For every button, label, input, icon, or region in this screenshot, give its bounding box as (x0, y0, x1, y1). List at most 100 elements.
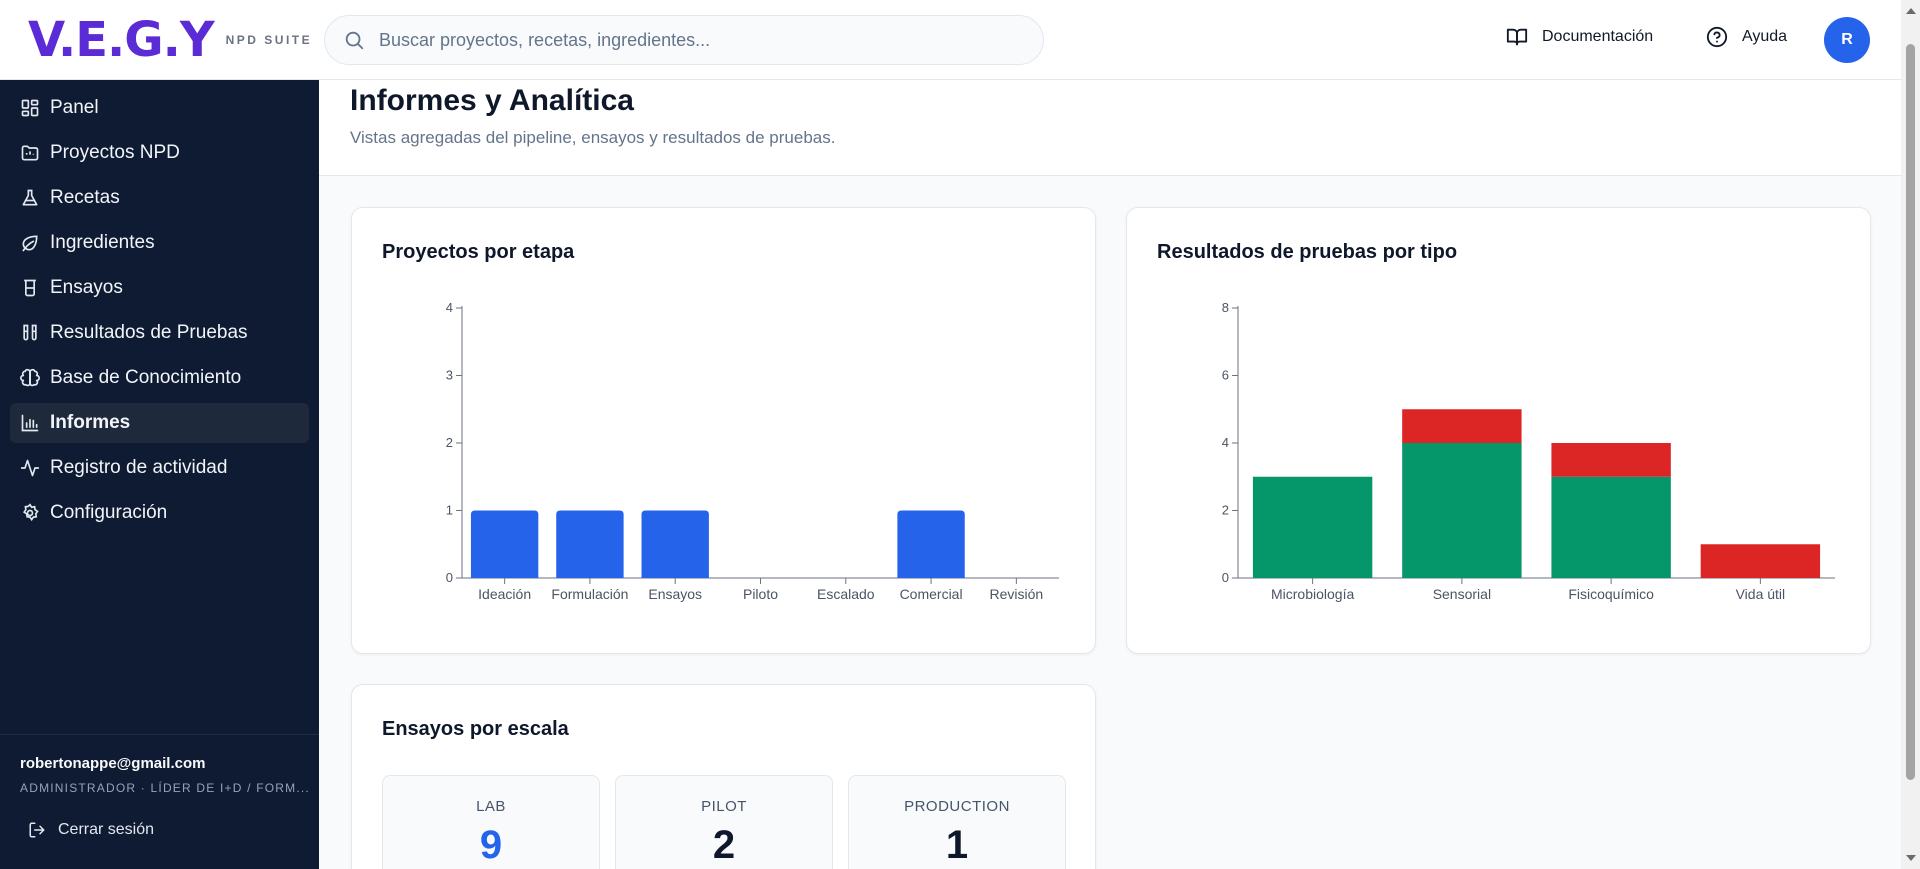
beaker-icon (24, 279, 36, 297)
flask-icon (22, 189, 38, 206)
search-bar[interactable] (324, 15, 1044, 65)
y-tick-label: 4 (446, 300, 453, 315)
sidebar-item-label: Configuración (50, 502, 168, 523)
scale-pilot: PILOT 2 (615, 775, 833, 869)
user-role: ADMINISTRADOR · LÍDER DE I+D / FORM... (20, 781, 310, 795)
bar (470, 510, 539, 578)
sidebar-item-label: Proyectos NPD (50, 142, 180, 163)
trials-by-scale-card: Ensayos por escala LAB 9 PILOT 2 PRODUCT… (351, 684, 1096, 869)
y-tick-label: 3 (446, 368, 453, 383)
projects-by-stage-card: Proyectos por etapa 0 1 2 3 4 Ideación Formula… (351, 207, 1096, 654)
test-results-by-type-chart: 0 2 4 6 8 Microbiología Sensorial Fisicoquímico… (1222, 300, 1835, 602)
sidebar-item-label: Registro de actividad (50, 457, 228, 478)
help-link[interactable]: Ayuda (1706, 26, 1787, 48)
search-input[interactable] (379, 29, 1019, 51)
leaf-icon (22, 235, 38, 252)
logo-wordmark: V.E.G.Y (28, 12, 215, 68)
scale-value: 9 (479, 823, 503, 867)
bar-segment (1252, 476, 1373, 578)
sidebar-item-npd-projects[interactable]: Proyectos NPD (10, 133, 309, 173)
scroll-up-arrow[interactable] (1906, 8, 1916, 14)
app-logo[interactable]: V.E.G.Y NPD SUITE (28, 14, 312, 66)
logout-icon (29, 822, 45, 838)
sidebar: Panel Proyectos NPD Recetas Ingredientes… (0, 80, 319, 869)
sidebar-item-label: Base de Conocimiento (50, 367, 242, 388)
scale-label: LAB (476, 798, 506, 815)
book-icon (1506, 28, 1528, 46)
sidebar-item-reports[interactable]: Informes (10, 403, 309, 443)
logo-subtitle: NPD SUITE (225, 33, 313, 47)
card-title: Ensayos por escala (382, 718, 569, 740)
main-content: Informes y Analítica Vistas agregadas de… (319, 80, 1901, 869)
scale-lab: LAB 9 (382, 775, 600, 869)
sidebar-item-ingredients[interactable]: Ingredientes (10, 223, 309, 263)
brain-icon (20, 368, 40, 387)
search-icon (345, 31, 364, 50)
x-tick-label: Sensorial (1433, 586, 1491, 602)
scale-value: 2 (712, 823, 736, 867)
page-header: Informes y Analítica Vistas agregadas de… (319, 80, 1901, 176)
sidebar-item-label: Resultados de Pruebas (50, 322, 248, 343)
help-label: Ayuda (1742, 28, 1788, 45)
y-tick-label: 2 (1222, 503, 1229, 518)
activity-icon (20, 459, 40, 477)
y-tick-label: 2 (446, 435, 453, 450)
documentation-link[interactable]: Documentación (1506, 26, 1653, 48)
x-tick-label: Vida útil (1736, 586, 1786, 602)
sidebar-item-settings[interactable]: Configuración (10, 493, 309, 533)
bar-chart-icon (21, 414, 39, 432)
logout-button[interactable]: Cerrar sesión (28, 821, 154, 839)
y-tick-label: 1 (446, 503, 453, 518)
top-header: V.E.G.Y NPD SUITE Documentación Ayuda R (0, 0, 1901, 80)
logout-label: Cerrar sesión (58, 821, 155, 838)
sidebar-item-recipes[interactable]: Recetas (10, 178, 309, 218)
x-tick-label: Comercial (900, 586, 963, 602)
sidebar-item-activity-log[interactable]: Registro de actividad (10, 448, 309, 488)
y-tick-label: 0 (1222, 570, 1229, 585)
test-results-by-type-card: Resultados de pruebas por tipo 0 2 4 6 8 Micr… (1126, 207, 1871, 654)
sidebar-item-label: Recetas (50, 187, 120, 208)
user-avatar[interactable]: R (1824, 17, 1870, 63)
sidebar-item-label: Ensayos (50, 277, 123, 298)
folder-icon (21, 145, 39, 161)
scale-value: 1 (945, 823, 969, 867)
sidebar-item-trials[interactable]: Ensayos (10, 268, 309, 308)
bar-segment (1551, 443, 1671, 477)
x-tick-label: Microbiología (1271, 586, 1354, 602)
x-tick-label: Revisión (990, 586, 1044, 602)
scroll-thumb[interactable] (1906, 44, 1915, 780)
sidebar-item-panel[interactable]: Panel (10, 88, 309, 128)
x-tick-label: Fisicoquímico (1568, 586, 1654, 602)
user-email: robertonappe@gmail.com (20, 755, 206, 772)
y-tick-label: 6 (1222, 368, 1229, 383)
page-scrollbar[interactable] (1901, 0, 1920, 869)
sidebar-item-label: Ingredientes (50, 232, 155, 253)
bar-segment (1551, 476, 1671, 578)
sidebar-item-test-results[interactable]: Resultados de Pruebas (10, 313, 309, 353)
documentation-label: Documentación (1542, 28, 1654, 45)
scroll-down-arrow[interactable] (1906, 855, 1916, 861)
x-tick-label: Formulación (551, 586, 628, 602)
sidebar-item-knowledge-base[interactable]: Base de Conocimiento (10, 358, 309, 398)
gear-icon (23, 503, 39, 522)
page-subtitle: Vistas agregadas del pipeline, ensayos y… (350, 128, 836, 147)
bar (556, 510, 624, 578)
sidebar-nav: Panel Proyectos NPD Recetas Ingredientes… (0, 80, 319, 533)
bar-segment (1402, 409, 1522, 443)
y-tick-label: 0 (446, 570, 453, 585)
bar (641, 510, 709, 578)
y-tick-label: 8 (1222, 300, 1229, 315)
page-title: Informes y Analítica (350, 84, 634, 117)
scale-label: PRODUCTION (904, 798, 1010, 815)
test-tubes-icon (23, 324, 37, 341)
scale-label: PILOT (701, 798, 747, 815)
x-tick-label: Ideación (478, 586, 531, 602)
bar-segment (1700, 544, 1821, 578)
x-tick-label: Piloto (743, 586, 778, 602)
projects-by-stage-chart: 0 1 2 3 4 Ideación Formulación Ensayos Piloto Esc… (446, 300, 1059, 602)
sidebar-item-label: Panel (50, 97, 99, 118)
y-tick-label: 4 (1222, 435, 1229, 450)
x-tick-label: Escalado (817, 586, 875, 602)
help-circle-icon (1706, 26, 1728, 48)
scale-production: PRODUCTION 1 (848, 775, 1066, 869)
